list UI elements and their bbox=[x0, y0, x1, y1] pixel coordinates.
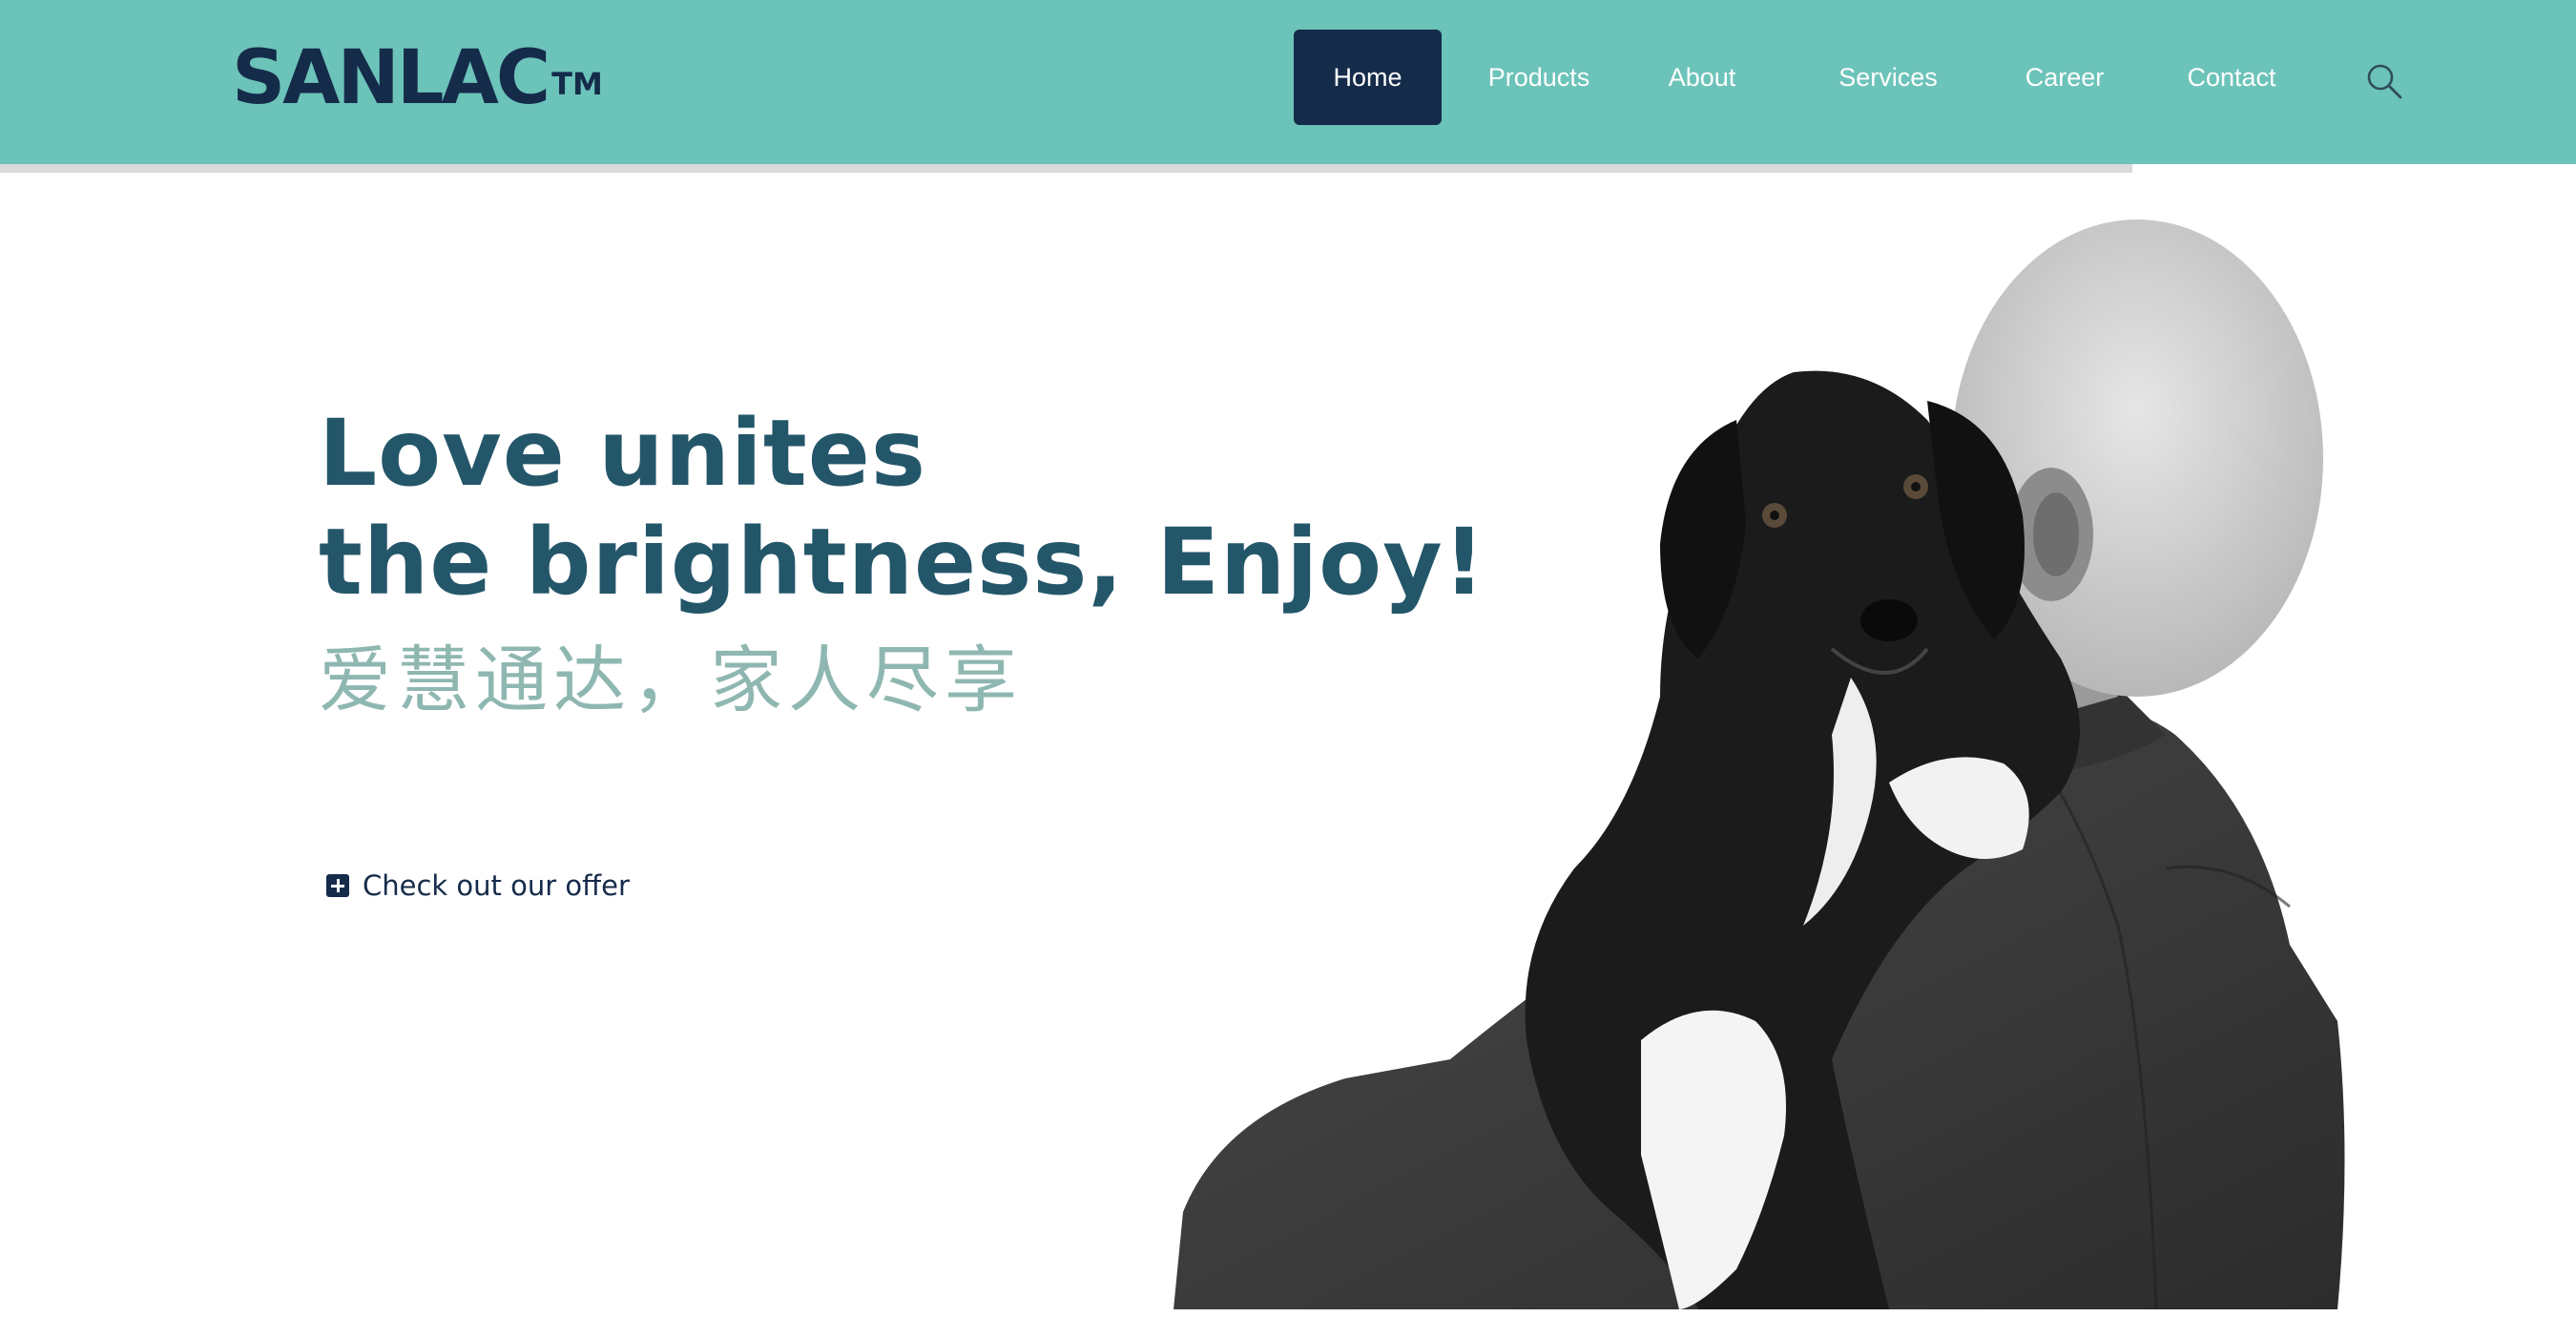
header-divider bbox=[0, 164, 2132, 173]
site-header: SANLAC TM Home Products About Services Ca… bbox=[0, 0, 2576, 164]
nav-item-home[interactable]: Home bbox=[1294, 30, 1442, 125]
check-offer-label: Check out our offer bbox=[363, 869, 630, 902]
nav-item-services[interactable]: Services bbox=[1819, 30, 1957, 125]
plus-square-icon bbox=[326, 874, 349, 897]
nav-item-products[interactable]: Products bbox=[1468, 30, 1610, 125]
nav-item-about[interactable]: About bbox=[1648, 30, 1756, 125]
brand-name: SANLAC bbox=[232, 35, 551, 121]
trademark-symbol: TM bbox=[551, 66, 603, 102]
check-offer-link[interactable]: Check out our offer bbox=[326, 863, 630, 909]
hero-subtitle-chinese: 爱慧通达，家人尽享 bbox=[319, 638, 1023, 722]
hero-photo-man-with-dog bbox=[1174, 220, 2345, 1309]
search-icon[interactable] bbox=[2364, 61, 2404, 101]
brand-logo[interactable]: SANLAC TM bbox=[232, 34, 603, 122]
nav-item-career[interactable]: Career bbox=[2007, 30, 2122, 125]
nav-item-contact[interactable]: Contact bbox=[2169, 30, 2295, 125]
